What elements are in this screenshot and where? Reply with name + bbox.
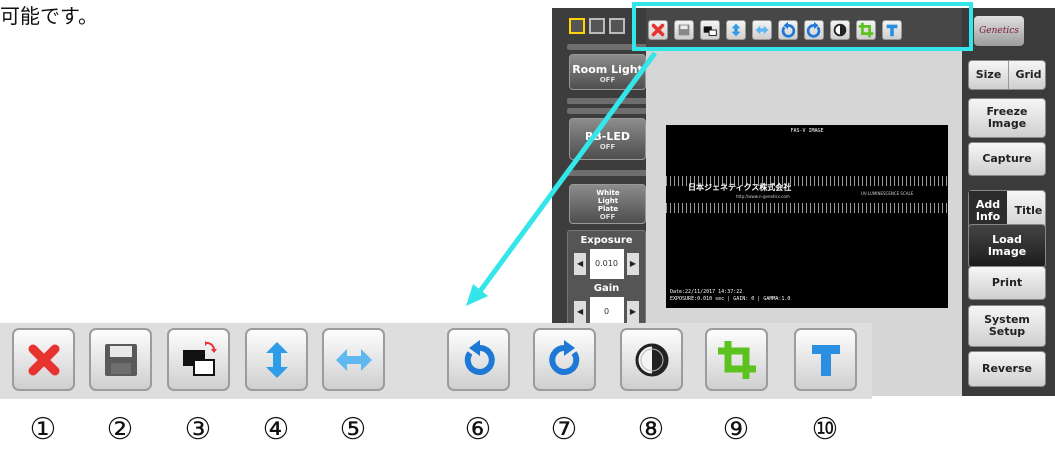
button-number-1: ① bbox=[29, 412, 57, 447]
text-tool-icon[interactable] bbox=[794, 328, 857, 391]
contrast-icon[interactable] bbox=[620, 328, 683, 391]
horizontal-flip-icon[interactable] bbox=[322, 328, 385, 391]
button-number-3: ③ bbox=[184, 412, 212, 447]
button-number-10: ⑩ bbox=[811, 412, 839, 447]
button-number-6: ⑥ bbox=[464, 412, 492, 447]
enlarged-toolbar bbox=[0, 323, 872, 399]
button-number-4: ④ bbox=[262, 412, 290, 447]
invert-swap-icon[interactable] bbox=[167, 328, 230, 391]
vertical-flip-icon[interactable] bbox=[245, 328, 308, 391]
rotate-right-icon[interactable] bbox=[533, 328, 596, 391]
button-number-9: ⑨ bbox=[722, 412, 750, 447]
button-number-5: ⑤ bbox=[339, 412, 367, 447]
button-number-8: ⑧ bbox=[637, 412, 665, 447]
close-icon[interactable] bbox=[12, 328, 75, 391]
button-number-2: ② bbox=[106, 412, 134, 447]
save-icon[interactable] bbox=[89, 328, 152, 391]
rotate-left-icon[interactable] bbox=[447, 328, 510, 391]
crop-icon[interactable] bbox=[705, 328, 768, 391]
button-number-7: ⑦ bbox=[550, 412, 578, 447]
